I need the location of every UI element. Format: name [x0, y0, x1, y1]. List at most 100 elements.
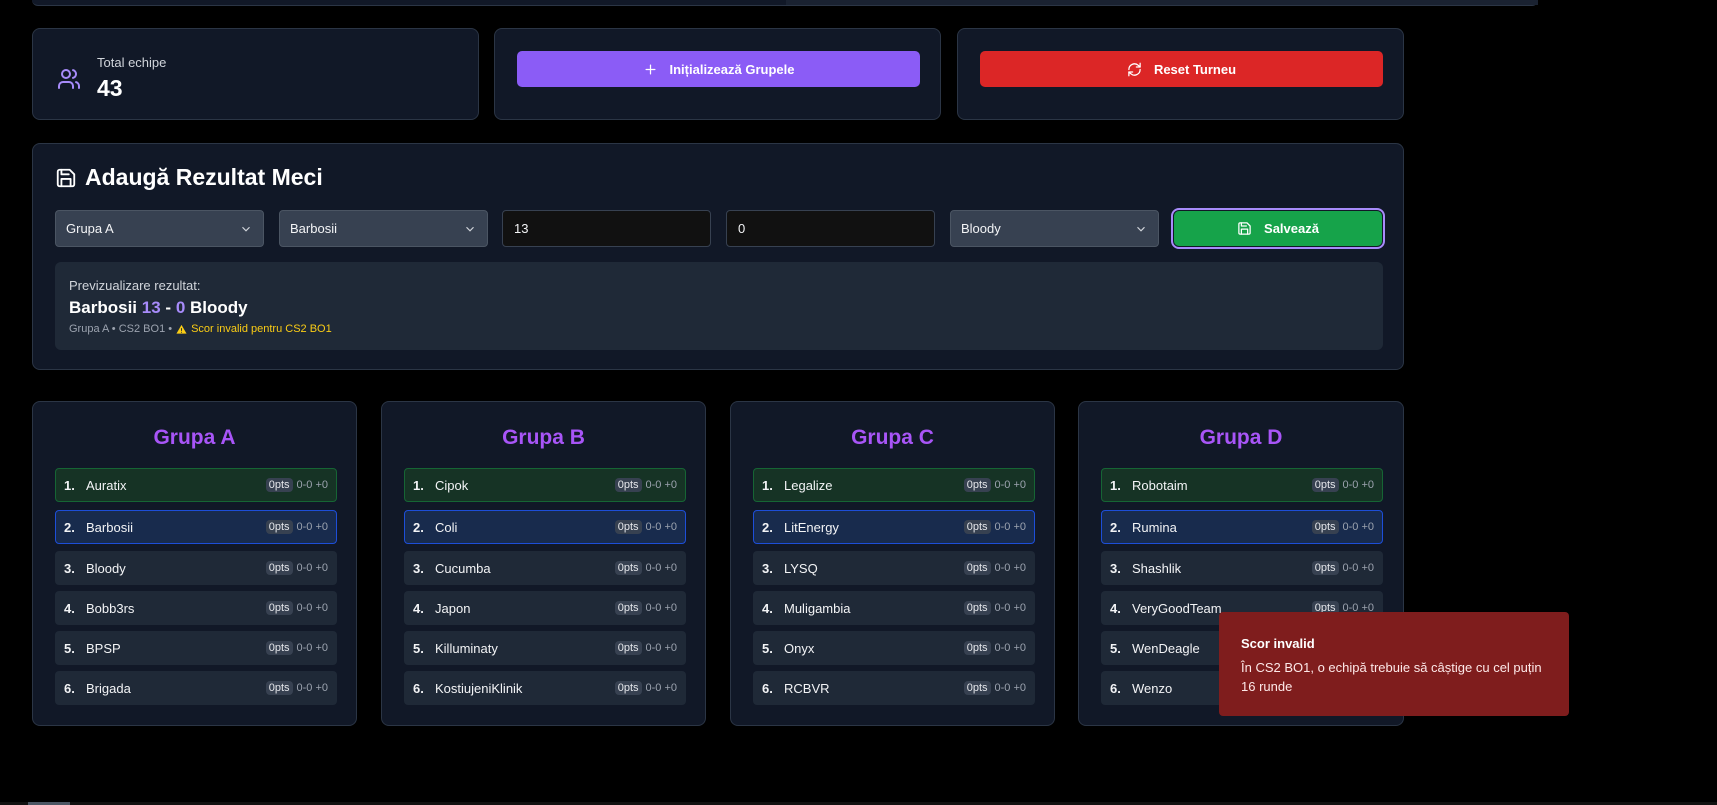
- team-name: Japon: [435, 600, 471, 616]
- team-points: 0pts: [614, 561, 642, 575]
- team-position: 6.: [1110, 680, 1121, 696]
- preview-team1: Barbosii: [69, 298, 138, 317]
- team-name: KostiujeniKlinik: [435, 680, 523, 696]
- preview-meta-text: Grupa A • CS2 BO1 •: [69, 323, 173, 335]
- team-row: 2. Barbosii 0pts 0-0 +0: [55, 510, 337, 544]
- team-record: 0-0 +0: [296, 521, 329, 533]
- plus-icon: [645, 64, 655, 74]
- init-groups-button[interactable]: Inițializează Grupele: [517, 51, 920, 87]
- team-points: 0pts: [614, 681, 642, 695]
- save-icon: [1238, 222, 1251, 235]
- team-record: 0-0 +0: [645, 521, 678, 533]
- preview-meta: Grupa A • CS2 BO1 • Scor invalid pentru …: [69, 323, 332, 335]
- preview-team2: Bloody: [190, 298, 248, 317]
- error-toast[interactable]: Scor invalid În CS2 BO1, o echipă trebui…: [1219, 612, 1569, 716]
- team-name: Killuminaty: [435, 640, 498, 656]
- total-teams-card: Total echipe 43: [32, 28, 479, 120]
- team-name: Bobb3rs: [86, 600, 135, 616]
- team-position: 2.: [64, 519, 75, 535]
- team-position: 1.: [1110, 477, 1121, 493]
- team-row: 1. Legalize 0pts 0-0 +0: [753, 468, 1035, 502]
- team-points: 0pts: [614, 641, 642, 655]
- group-title: Grupa B: [502, 426, 585, 449]
- score1-input[interactable]: 13: [502, 210, 711, 247]
- users-icon: [58, 69, 80, 89]
- team1-select-value: Barbosii: [290, 221, 337, 236]
- team-record: 0-0 +0: [296, 479, 329, 491]
- team-row: 3. Bloody 0pts 0-0 +0: [55, 551, 337, 585]
- team-points: 0pts: [614, 601, 642, 615]
- team-record: 0-0 +0: [296, 602, 329, 614]
- add-result-title-text: Adaugă Rezultat Meci: [85, 164, 323, 190]
- total-teams-value: 43: [97, 75, 123, 101]
- init-groups-card: Inițializează Grupele: [494, 28, 941, 120]
- team-points: 0pts: [265, 641, 293, 655]
- team-position: 2.: [413, 519, 424, 535]
- group-card: Grupa A 1. Auratix 0pts 0-0 +0 2. Barbosii 0pts…: [32, 401, 357, 726]
- preview-score: Barbosii 13 - 0 Bloody: [69, 298, 248, 318]
- team-record: 0-0 +0: [296, 642, 329, 654]
- team-position: 1.: [762, 477, 773, 493]
- team-record: 0-0 +0: [994, 602, 1027, 614]
- team-name: Cipok: [435, 477, 469, 493]
- team-name: Shashlik: [1132, 560, 1182, 576]
- team-points: 0pts: [614, 520, 642, 534]
- team1-select[interactable]: Barbosii: [279, 210, 488, 247]
- team-points: 0pts: [963, 641, 991, 655]
- team-name: Legalize: [784, 477, 833, 493]
- team-name: Onyx: [784, 640, 815, 656]
- team-name: Auratix: [86, 477, 127, 493]
- team-position: 4.: [413, 600, 424, 616]
- team-position: 3.: [1110, 560, 1121, 576]
- reset-tournament-label: Reset Turneu: [1153, 61, 1237, 77]
- team-record: 0-0 +0: [296, 682, 329, 694]
- team-name: Bloody: [86, 560, 126, 576]
- team-points: 0pts: [963, 520, 991, 534]
- team-position: 1.: [413, 477, 424, 493]
- save-icon: [56, 168, 76, 187]
- team-row: 6. KostiujeniKlinik 0pts 0-0 +0: [404, 671, 686, 705]
- reset-tournament-button[interactable]: Reset Turneu: [980, 51, 1383, 87]
- preview-sep: -: [165, 298, 172, 317]
- preview-score2: 0: [175, 298, 186, 317]
- team-points: 0pts: [1311, 478, 1339, 492]
- team-position: 6.: [413, 680, 424, 696]
- score2-input[interactable]: 0: [726, 210, 935, 247]
- chevron-down-icon: [1137, 226, 1145, 232]
- team-points: 0pts: [265, 601, 293, 615]
- team-row: 2. LitEnergy 0pts 0-0 +0: [753, 510, 1035, 544]
- team-points: 0pts: [963, 478, 991, 492]
- score1-value: 13: [514, 221, 529, 236]
- team-row: 1. Cipok 0pts 0-0 +0: [404, 468, 686, 502]
- team-points: 0pts: [265, 478, 293, 492]
- team-name: Barbosii: [86, 519, 133, 535]
- top-strip: [32, 0, 1538, 6]
- team-row: 5. Killuminaty 0pts 0-0 +0: [404, 631, 686, 665]
- team-record: 0-0 +0: [1342, 521, 1375, 533]
- team-row: 5. Onyx 0pts 0-0 +0: [753, 631, 1035, 665]
- team-record: 0-0 +0: [645, 682, 678, 694]
- team-row: 3. Cucumba 0pts 0-0 +0: [404, 551, 686, 585]
- group-select[interactable]: Grupa A: [55, 210, 264, 247]
- team-position: 3.: [762, 560, 773, 576]
- team-row: 1. Auratix 0pts 0-0 +0: [55, 468, 337, 502]
- team-row: 4. Japon 0pts 0-0 +0: [404, 591, 686, 625]
- group-title: Grupa A: [153, 426, 236, 449]
- save-result-label: Salvează: [1264, 221, 1319, 236]
- team-record: 0-0 +0: [994, 682, 1027, 694]
- team2-select[interactable]: Bloody: [950, 210, 1159, 247]
- team-position: 3.: [413, 560, 424, 576]
- team-record: 0-0 +0: [994, 479, 1027, 491]
- team-points: 0pts: [614, 478, 642, 492]
- add-result-title: Adaugă Rezultat Meci: [55, 164, 323, 191]
- team-points: 0pts: [963, 561, 991, 575]
- team-record: 0-0 +0: [645, 602, 678, 614]
- result-preview: Previzualizare rezultat: Barbosii 13 - 0…: [55, 262, 1383, 350]
- group-title: Grupa C: [851, 426, 934, 449]
- team-position: 3.: [64, 560, 75, 576]
- team-position: 5.: [762, 640, 773, 656]
- save-result-button[interactable]: Salvează: [1171, 208, 1385, 249]
- team-position: 4.: [1110, 600, 1121, 616]
- team-name: Rumina: [1132, 519, 1177, 535]
- team-name: Muligambia: [784, 600, 851, 616]
